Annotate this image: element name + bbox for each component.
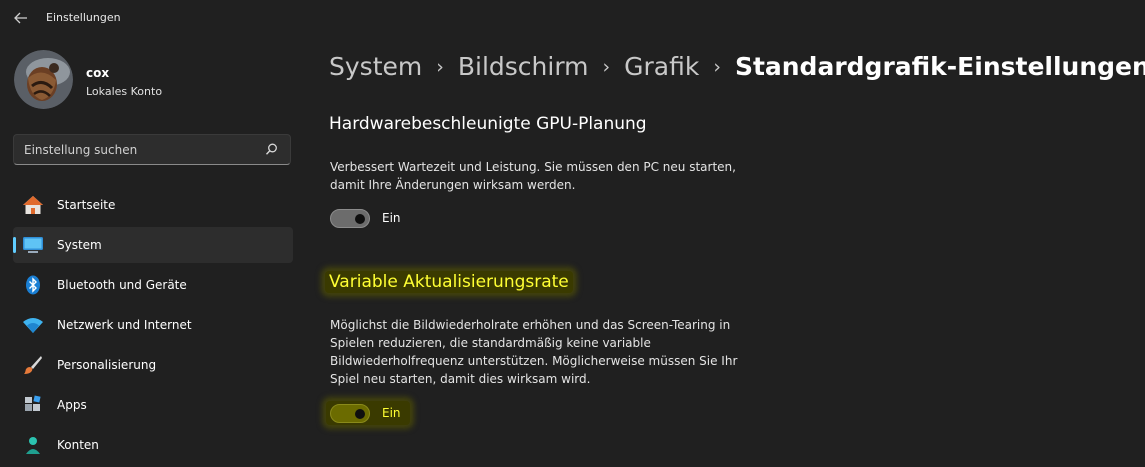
- breadcrumb-separator: ›: [436, 56, 444, 78]
- search-input[interactable]: [14, 135, 254, 164]
- breadcrumb-grafik[interactable]: Grafik: [624, 52, 699, 81]
- vrr-toggle[interactable]: [330, 404, 370, 423]
- app-title: Einstellungen: [46, 11, 121, 24]
- sidebar-item-system[interactable]: System: [13, 227, 293, 263]
- description-line: Spiel neu starten, damit dies wirksam wi…: [330, 372, 591, 386]
- system-display-icon: [22, 235, 44, 255]
- bluetooth-icon: [22, 275, 44, 295]
- gpu-scheduling-title: Hardwarebeschleunigte GPU-Planung: [329, 114, 647, 134]
- sidebar-item-label: Personalisierung: [57, 358, 157, 372]
- toggle-knob: [355, 214, 365, 224]
- sidebar-item-label: Startseite: [57, 198, 116, 212]
- description-line: Bildwiederholfrequenz unterstützen. Mögl…: [330, 354, 738, 368]
- back-button[interactable]: [10, 7, 32, 29]
- sidebar-item-konten[interactable]: Konten: [13, 427, 293, 463]
- toggle-knob: [355, 409, 365, 419]
- arrow-left-icon: [14, 12, 27, 24]
- vrr-description: Möglichst die Bildwiederholrate erhöhen …: [330, 316, 760, 388]
- description-line: Spielen reduzieren, die standardmäßig ke…: [330, 336, 651, 350]
- breadcrumb: System › Bildschirm › Grafik › Standardgrafik-…: [329, 52, 1145, 81]
- apps-icon: [22, 395, 44, 415]
- vrr-title: Variable Aktualisierungsrate: [325, 271, 573, 293]
- home-icon: [22, 195, 44, 215]
- wifi-icon: [22, 315, 44, 335]
- sidebar-nav: Startseite System Bluetooth und Geräte N…: [13, 187, 293, 467]
- title-bar: Einstellungen: [0, 0, 1145, 36]
- person-icon: [22, 435, 44, 455]
- sidebar-item-label: Konten: [57, 438, 99, 452]
- sidebar-item-label: Apps: [57, 398, 87, 412]
- sidebar-item-bluetooth[interactable]: Bluetooth und Geräte: [13, 267, 293, 303]
- description-line: Verbessert Wartezeit und Leistung. Sie m…: [330, 160, 736, 174]
- sidebar-item-netzwerk[interactable]: Netzwerk und Internet: [13, 307, 293, 343]
- sidebar-item-label: System: [57, 238, 102, 252]
- sidebar-item-label: Bluetooth und Geräte: [57, 278, 187, 292]
- paintbrush-icon: [22, 355, 44, 375]
- breadcrumb-bildschirm[interactable]: Bildschirm: [458, 52, 589, 81]
- sidebar-item-apps[interactable]: Apps: [13, 387, 293, 423]
- breadcrumb-separator: ›: [602, 56, 611, 78]
- page-title: Standardgrafik-Einstellungen: [734, 52, 1145, 81]
- sidebar-item-startseite[interactable]: Startseite: [13, 187, 293, 223]
- breadcrumb-separator: ›: [713, 56, 721, 78]
- vrr-toggle-label: Ein: [382, 406, 401, 420]
- settings-search-box[interactable]: [13, 134, 291, 165]
- avatar[interactable]: [14, 50, 73, 109]
- gpu-scheduling-toggle[interactable]: [330, 209, 370, 228]
- sidebar-item-label: Netzwerk und Internet: [57, 318, 192, 332]
- sidebar-item-personalisierung[interactable]: Personalisierung: [13, 347, 293, 383]
- gpu-scheduling-toggle-label: Ein: [382, 211, 401, 225]
- breadcrumb-system[interactable]: System: [329, 52, 422, 81]
- description-line: damit Ihre Änderungen wirksam werden.: [330, 178, 576, 192]
- search-icon[interactable]: [265, 143, 278, 156]
- gpu-scheduling-description: Verbessert Wartezeit und Leistung. Sie m…: [330, 158, 760, 194]
- description-line: Möglichst die Bildwiederholrate erhöhen …: [330, 318, 731, 332]
- user-name: cox: [86, 66, 110, 80]
- account-type: Lokales Konto: [86, 85, 163, 98]
